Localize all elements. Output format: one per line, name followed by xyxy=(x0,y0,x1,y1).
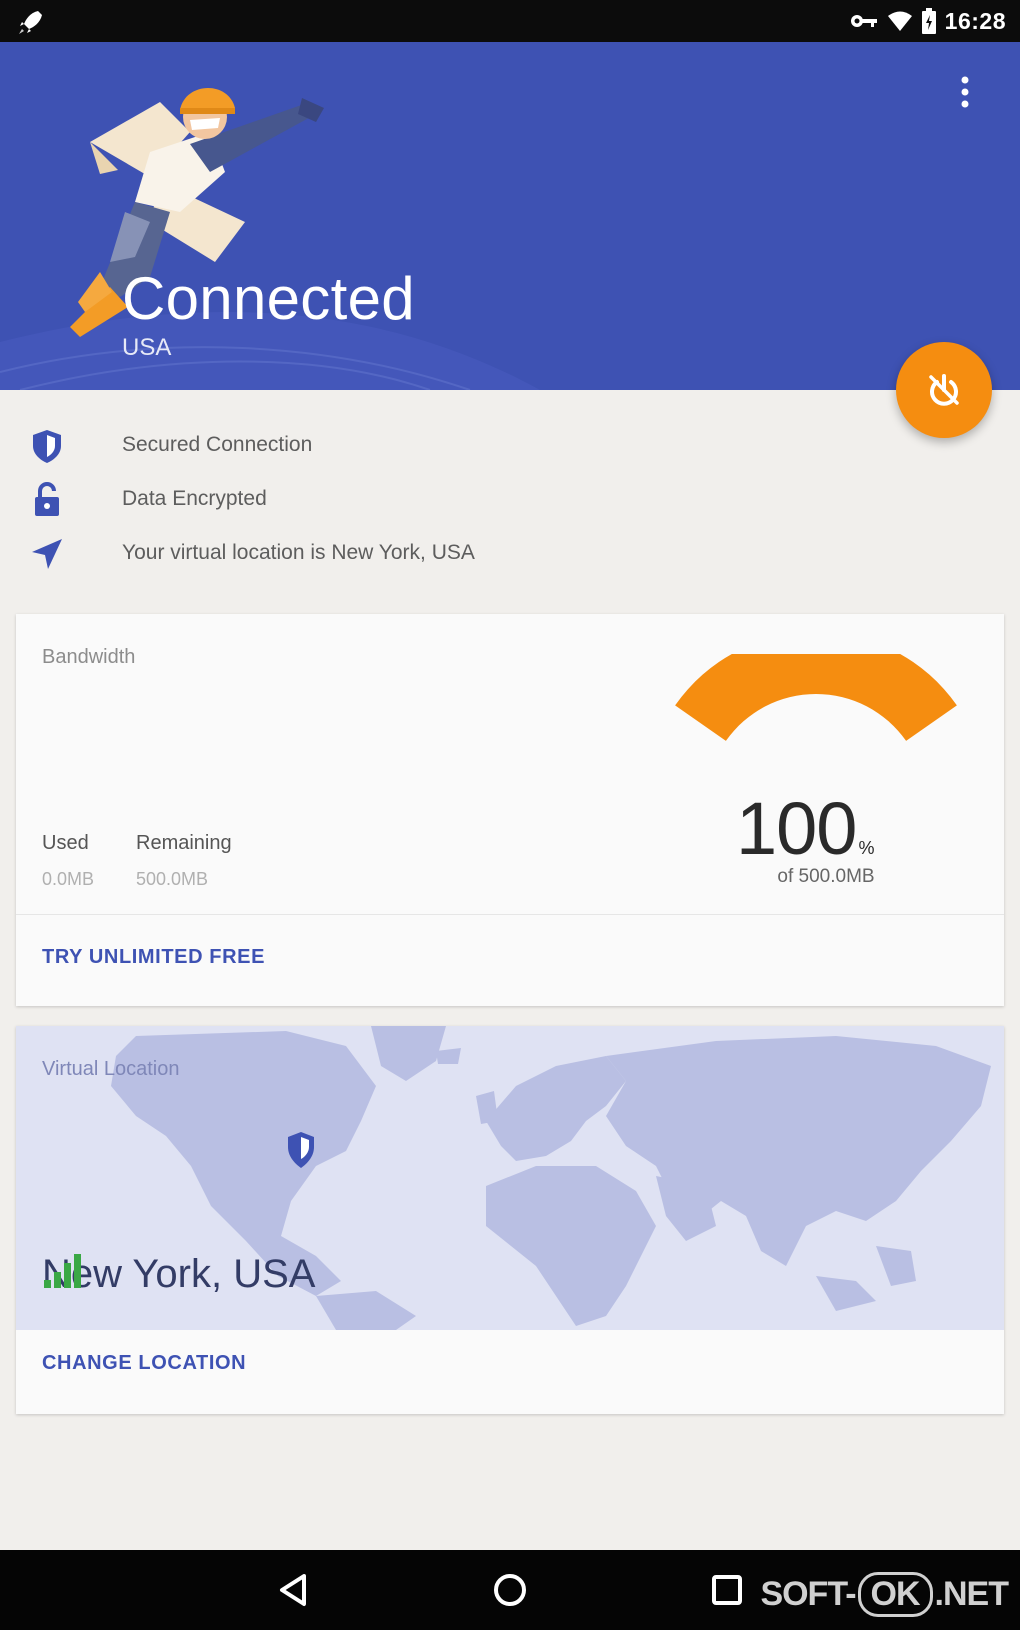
shield-icon xyxy=(33,430,61,463)
selected-location: New York, USA xyxy=(42,1252,315,1297)
more-vert-icon[interactable] xyxy=(954,68,976,118)
virtual-location-card: Virtual Location New York, USA CHANGE LO… xyxy=(16,1026,1004,1414)
watermark-right: .NET xyxy=(934,1575,1009,1613)
change-location-button[interactable]: CHANGE LOCATION xyxy=(42,1352,246,1375)
card-divider xyxy=(16,914,1004,915)
home-icon[interactable] xyxy=(490,1570,530,1610)
connection-header: Connected USA xyxy=(0,42,1020,390)
try-unlimited-button[interactable]: TRY UNLIMITED FREE xyxy=(42,946,265,969)
bandwidth-card: Bandwidth Used 0.0MB Remaining 500.0MB 1… xyxy=(16,614,1004,1006)
gauge-arc xyxy=(675,654,957,741)
used-label: Used xyxy=(42,832,89,854)
location-city: New York, USA xyxy=(42,1252,316,1296)
status-label: Data Encrypted xyxy=(122,487,267,510)
watermark-left: SOFT- xyxy=(760,1575,856,1613)
status-item-secured: Secured Connection xyxy=(0,420,1020,470)
rocket-icon xyxy=(19,11,42,34)
clock: 16:28 xyxy=(944,7,1006,34)
signal-strength-icon xyxy=(44,1254,81,1288)
lock-icon xyxy=(35,482,59,516)
status-item-location: Your virtual location is New York, USA xyxy=(0,528,1020,578)
back-icon[interactable] xyxy=(274,1570,314,1610)
status-label: Your virtual location is New York, USA xyxy=(122,541,475,564)
wifi-icon xyxy=(887,11,912,31)
recents-icon[interactable] xyxy=(707,1570,747,1610)
world-map[interactable]: Virtual Location New York, USA xyxy=(16,1026,1004,1330)
gauge-number: 100 xyxy=(736,787,857,870)
connection-status-title: Connected xyxy=(122,265,415,332)
location-pin-icon[interactable] xyxy=(284,1130,318,1170)
battery-icon xyxy=(921,8,936,34)
watermark-middle: OK xyxy=(857,1572,933,1617)
gauge-value: 100% xyxy=(736,786,874,871)
remaining-label: Remaining xyxy=(136,832,232,854)
used-stat: Used 0.0MB xyxy=(42,832,94,890)
connection-country: USA xyxy=(122,334,172,361)
navigation-icon xyxy=(32,539,62,569)
status-item-encrypted: Data Encrypted xyxy=(0,474,1020,524)
remaining-stat: Remaining 500.0MB xyxy=(136,832,232,890)
watermark: SOFT- OK .NET xyxy=(760,1572,1009,1617)
remaining-value: 500.0MB xyxy=(136,869,209,889)
status-bar: 16:28 xyxy=(0,0,1020,42)
status-icons: 16:28 xyxy=(849,6,1006,36)
location-title: Virtual Location xyxy=(42,1058,180,1080)
gauge-unit: % xyxy=(858,838,874,858)
vpn-key-icon xyxy=(850,15,877,27)
gauge-caption: of 500.0MB xyxy=(777,866,875,887)
bandwidth-gauge xyxy=(675,654,957,741)
status-label: Secured Connection xyxy=(122,433,313,456)
bandwidth-title: Bandwidth xyxy=(42,646,136,668)
power-off-icon xyxy=(929,374,959,406)
used-value: 0.0MB xyxy=(42,869,95,889)
